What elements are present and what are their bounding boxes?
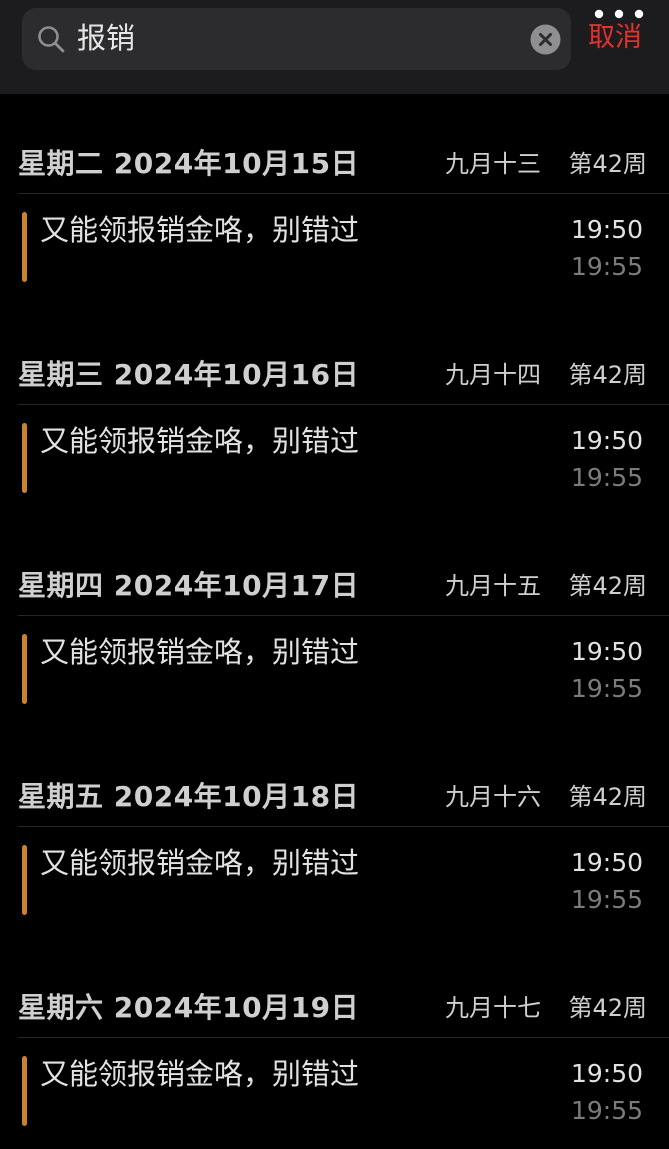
event-start-time: 19:50 — [570, 215, 643, 244]
day-header: 星期五 2024年10月18日 九月十六 第42周 — [18, 777, 647, 817]
search-input[interactable]: 报销 — [77, 18, 135, 58]
event-color-bar — [22, 212, 27, 282]
divider — [18, 826, 669, 827]
date-label: 星期五 2024年10月18日 — [18, 780, 360, 813]
event-color-bar — [22, 423, 27, 493]
week-number-label: 第42周 — [568, 572, 647, 600]
event-start-time: 19:50 — [570, 848, 643, 877]
event-title: 又能领报销金咯，别错过 — [40, 635, 360, 669]
event-end-time: 19:55 — [570, 885, 643, 914]
event-item[interactable]: 又能领报销金咯，别错过 19:50 19:55 — [22, 208, 643, 286]
cancel-button[interactable]: 取消 — [588, 18, 642, 58]
clear-icon[interactable] — [530, 24, 561, 55]
search-icon — [38, 26, 65, 53]
event-start-time: 19:50 — [570, 426, 643, 455]
search-results: 星期二 2024年10月15日 九月十三 第42周 又能领报销金咯，别错过 19… — [0, 94, 669, 1149]
search-header: 报销 取消 — [0, 0, 669, 94]
divider — [18, 193, 669, 194]
event-item[interactable]: 又能领报销金咯，别错过 19:50 19:55 — [22, 1052, 643, 1130]
event-end-time: 19:55 — [570, 1096, 643, 1125]
event-end-time: 19:55 — [570, 463, 643, 492]
lunar-date-label: 九月十七 — [445, 994, 541, 1022]
day-section: 星期五 2024年10月18日 九月十六 第42周 又能领报销金咯，别错过 19… — [0, 727, 669, 938]
week-number-label: 第42周 — [568, 994, 647, 1022]
week-number-label: 第42周 — [568, 361, 647, 389]
event-color-bar — [22, 1056, 27, 1126]
event-title: 又能领报销金咯，别错过 — [40, 424, 360, 458]
day-section: 星期六 2024年10月19日 九月十七 第42周 又能领报销金咯，别错过 19… — [0, 938, 669, 1149]
event-title: 又能领报销金咯，别错过 — [40, 846, 360, 880]
search-bar[interactable]: 报销 — [22, 8, 571, 70]
lunar-date-label: 九月十五 — [445, 572, 541, 600]
date-label: 星期四 2024年10月17日 — [18, 569, 360, 602]
lunar-date-label: 九月十四 — [445, 361, 541, 389]
divider — [18, 615, 669, 616]
lunar-date-label: 九月十六 — [445, 783, 541, 811]
event-item[interactable]: 又能领报销金咯，别错过 19:50 19:55 — [22, 841, 643, 919]
lunar-date-label: 九月十三 — [445, 150, 541, 178]
date-label: 星期三 2024年10月16日 — [18, 358, 360, 391]
day-header: 星期三 2024年10月16日 九月十四 第42周 — [18, 355, 647, 395]
event-end-time: 19:55 — [570, 674, 643, 703]
event-start-time: 19:50 — [570, 1059, 643, 1088]
date-label: 星期六 2024年10月19日 — [18, 991, 360, 1024]
day-section: 星期三 2024年10月16日 九月十四 第42周 又能领报销金咯，别错过 19… — [0, 305, 669, 516]
week-number-label: 第42周 — [568, 150, 647, 178]
event-color-bar — [22, 845, 27, 915]
day-section: 星期二 2024年10月15日 九月十三 第42周 又能领报销金咯，别错过 19… — [0, 94, 669, 305]
event-title: 又能领报销金咯，别错过 — [40, 1057, 360, 1091]
day-header: 星期二 2024年10月15日 九月十三 第42周 — [18, 144, 647, 184]
event-item[interactable]: 又能领报销金咯，别错过 19:50 19:55 — [22, 419, 643, 497]
day-header: 星期四 2024年10月17日 九月十五 第42周 — [18, 566, 647, 606]
date-label: 星期二 2024年10月15日 — [18, 147, 360, 180]
event-item[interactable]: 又能领报销金咯，别错过 19:50 19:55 — [22, 630, 643, 708]
event-end-time: 19:55 — [570, 252, 643, 281]
divider — [18, 404, 669, 405]
day-header: 星期六 2024年10月19日 九月十七 第42周 — [18, 988, 647, 1028]
week-number-label: 第42周 — [568, 783, 647, 811]
event-title: 又能领报销金咯，别错过 — [40, 213, 360, 247]
event-start-time: 19:50 — [570, 637, 643, 666]
divider — [18, 1037, 669, 1038]
day-section: 星期四 2024年10月17日 九月十五 第42周 又能领报销金咯，别错过 19… — [0, 516, 669, 727]
event-color-bar — [22, 634, 27, 704]
